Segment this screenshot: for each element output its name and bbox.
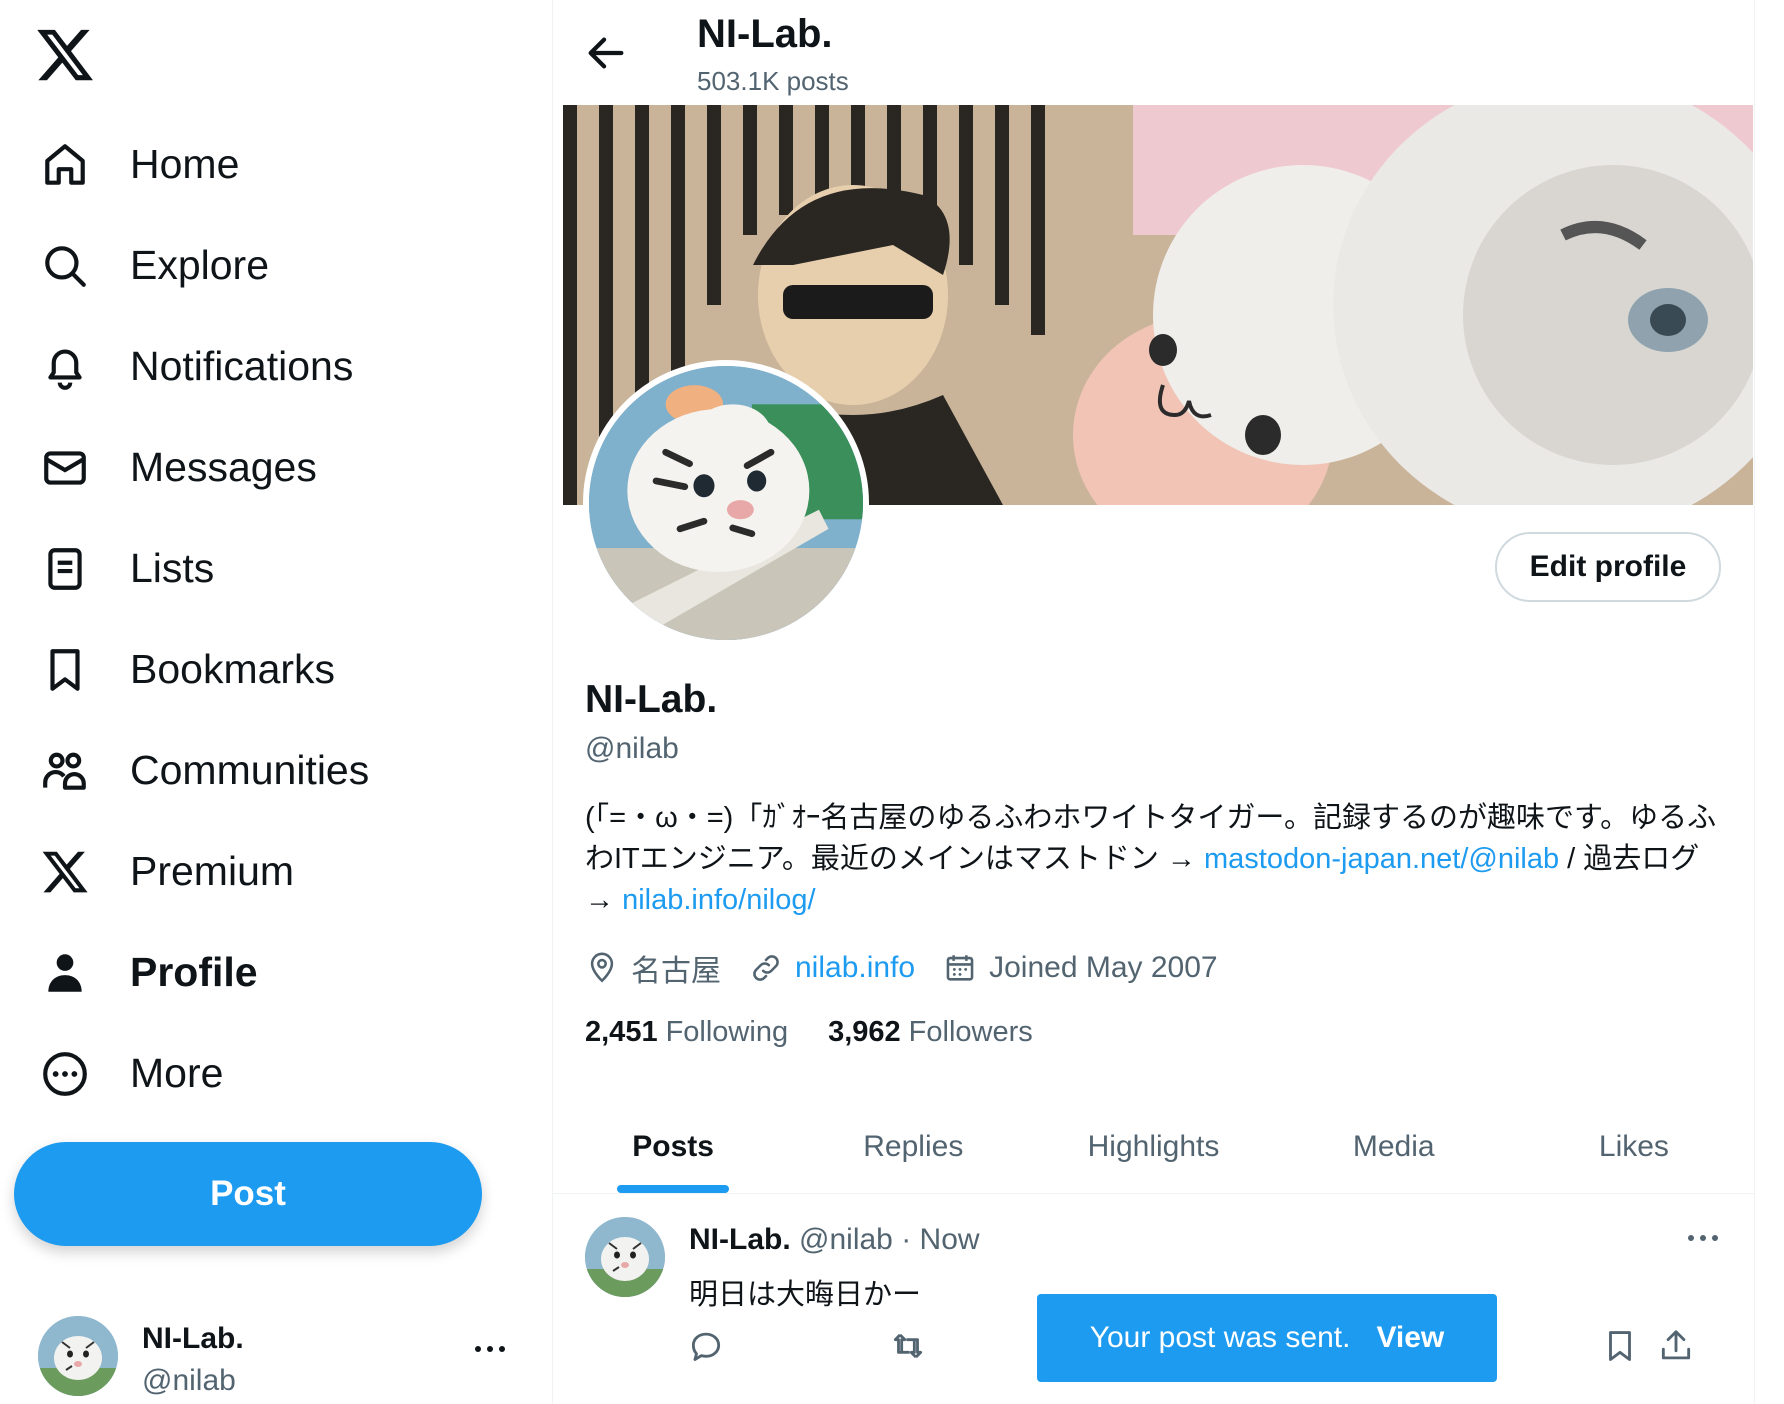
toast-message: Your post was sent. [1089, 1321, 1351, 1354]
profile-column: NI-Lab. 503.1K posts Edit profile NI-Lab… [553, 0, 1754, 1404]
profile-joined: Joined May 2007 [943, 951, 1218, 985]
sidebar: Home Explore Notifications Messages List… [0, 0, 552, 1404]
nav-label: Bookmarks [130, 646, 336, 692]
website-link[interactable]: nilab.info [795, 951, 915, 985]
profile-location: 名古屋 [585, 946, 721, 990]
post-separator: · [901, 1223, 912, 1256]
nav-item-bookmarks[interactable]: Bookmarks [0, 619, 552, 720]
header-title: NI-Lab. [697, 12, 833, 56]
following-label: Following [665, 1016, 789, 1048]
tab-label: Media [1352, 1129, 1435, 1163]
person-icon [34, 942, 96, 1004]
bookmark-icon[interactable] [1601, 1327, 1645, 1371]
tab-media[interactable]: Media [1274, 1100, 1514, 1193]
home-icon [34, 134, 96, 196]
nav-item-more[interactable]: More [0, 1023, 552, 1124]
more-horizontal-icon[interactable] [1681, 1223, 1725, 1253]
profile-avatar[interactable] [583, 360, 869, 646]
avatar[interactable] [585, 1217, 665, 1297]
back-arrow-icon[interactable] [583, 30, 629, 76]
location-text: 名古屋 [631, 955, 721, 988]
avatar [38, 1316, 118, 1396]
list-icon [34, 538, 96, 600]
more-horizontal-icon[interactable] [470, 1334, 510, 1364]
envelope-icon [34, 437, 96, 499]
tab-label: Likes [1598, 1129, 1669, 1163]
people-icon [34, 740, 96, 802]
bell-icon [34, 336, 96, 398]
account-handle: @nilab [142, 1364, 236, 1397]
header-post-count: 503.1K posts [697, 66, 849, 96]
bio-link-nilog[interactable]: nilab.info/nilog/ [622, 884, 815, 916]
active-tab-indicator [617, 1185, 730, 1193]
follow-stats: 2,451 Following 3,962 Followers [585, 1016, 1073, 1049]
nav-item-profile[interactable]: Profile [0, 922, 552, 1023]
nav-item-premium[interactable]: Premium [0, 821, 552, 922]
search-icon [34, 235, 96, 297]
nav-item-notifications[interactable]: Notifications [0, 316, 552, 417]
nav-label: Notifications [130, 343, 354, 389]
profile-tabs: Posts Replies Highlights Media Likes [553, 1100, 1754, 1194]
tab-likes[interactable]: Likes [1514, 1100, 1754, 1193]
main-nav: Home Explore Notifications Messages List… [0, 114, 552, 1124]
nav-label: Messages [130, 444, 317, 490]
profile-website[interactable]: nilab.info [749, 951, 915, 985]
x-logo-icon [34, 841, 96, 903]
app-window: Home Explore Notifications Messages List… [0, 0, 1784, 1404]
more-circle-icon [34, 1043, 96, 1105]
nav-item-home[interactable]: Home [0, 114, 552, 215]
tab-label: Posts [632, 1129, 714, 1163]
nav-label: Home [130, 141, 240, 187]
tab-replies[interactable]: Replies [793, 1100, 1033, 1193]
bio-link-mastodon[interactable]: mastodon-japan.net/@nilab [1204, 843, 1559, 875]
edit-profile-button[interactable]: Edit profile [1495, 532, 1721, 602]
nav-label: Lists [130, 545, 215, 591]
reply-icon[interactable] [687, 1327, 731, 1371]
profile-bio: (「=・ω・=)「ｶﾞｵｰ名古屋のゆるふわホワイトタイガー。記録するのが趣味です… [585, 798, 1735, 921]
post-header: NI-Lab. @nilab · Now [689, 1223, 980, 1257]
followers-count: 3,962 [828, 1016, 901, 1048]
following-link[interactable]: 2,451 Following [585, 1016, 788, 1049]
share-icon[interactable] [1657, 1327, 1701, 1371]
post-text: 明日は大晦日かー [689, 1279, 922, 1311]
nav-item-messages[interactable]: Messages [0, 417, 552, 518]
following-count: 2,451 [585, 1016, 658, 1048]
followers-label: Followers [908, 1016, 1033, 1048]
profile-meta: 名古屋 nilab.info Joined May 2007 [585, 946, 1246, 990]
nav-label: Explore [130, 242, 270, 288]
joined-text: Joined May 2007 [989, 951, 1218, 984]
tab-label: Replies [863, 1129, 964, 1163]
nav-item-lists[interactable]: Lists [0, 518, 552, 619]
tab-posts[interactable]: Posts [553, 1100, 793, 1193]
nav-label: More [130, 1050, 224, 1096]
account-name: NI-Lab. [142, 1322, 244, 1355]
location-pin-icon [585, 951, 619, 985]
tab-highlights[interactable]: Highlights [1033, 1100, 1273, 1193]
nav-label: Communities [130, 747, 370, 793]
profile-handle: @nilab [585, 732, 679, 765]
column-divider [1754, 0, 1755, 1404]
nav-item-communities[interactable]: Communities [0, 720, 552, 821]
link-icon [749, 951, 783, 985]
bookmark-icon [34, 639, 96, 701]
nav-label: Profile [130, 949, 258, 995]
account-switcher[interactable]: NI-Lab. @nilab [38, 1316, 518, 1398]
calendar-icon [943, 951, 977, 985]
tab-label: Highlights [1087, 1129, 1220, 1163]
post-sent-toast: Your post was sent. View [1037, 1294, 1497, 1382]
post-time[interactable]: Now [920, 1223, 980, 1256]
followers-link[interactable]: 3,962 Followers [828, 1016, 1033, 1049]
toast-view-link[interactable]: View [1376, 1321, 1444, 1355]
repost-icon[interactable] [889, 1327, 933, 1371]
post-author-handle[interactable]: @nilab [799, 1223, 893, 1256]
profile-header-bar: NI-Lab. 503.1K posts [553, 0, 1754, 104]
x-logo-icon[interactable] [34, 24, 96, 86]
nav-label: Premium [130, 848, 295, 894]
post-button[interactable]: Post [14, 1142, 482, 1246]
profile-name: NI-Lab. [585, 678, 718, 721]
post-author-name[interactable]: NI-Lab. [689, 1223, 791, 1256]
nav-item-explore[interactable]: Explore [0, 215, 552, 316]
